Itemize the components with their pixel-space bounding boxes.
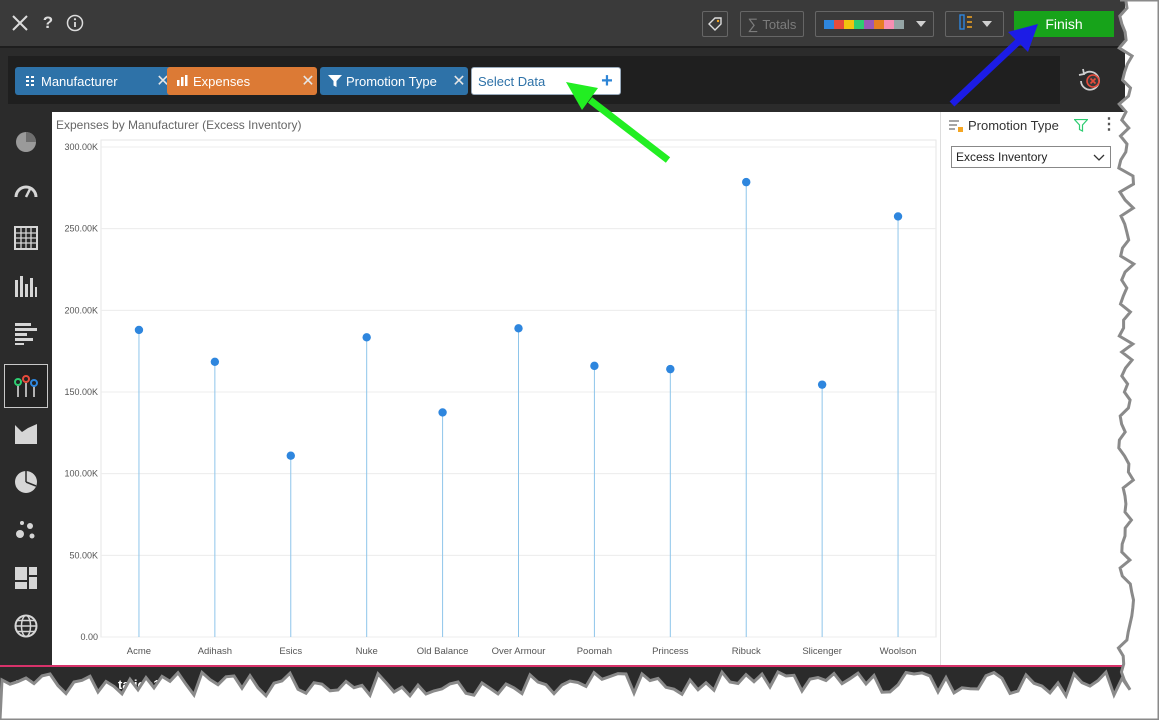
app-window: ? ∑ Totals Finish Manufacturer ✕ Expense…	[0, 0, 1125, 700]
column-chart-icon[interactable]	[4, 264, 48, 308]
sigma-icon: ∑	[747, 15, 759, 33]
select-data-label: Select Data	[478, 73, 546, 89]
palette-swatch	[843, 19, 854, 29]
bar-chart-icon[interactable]	[4, 312, 48, 356]
data-point	[817, 380, 827, 389]
grid-icon	[19, 75, 41, 87]
chip-manufacturer[interactable]: Manufacturer ✕	[15, 67, 172, 95]
chip-label: Manufacturer	[41, 73, 118, 89]
y-tick-label: 200.00K	[64, 305, 98, 315]
palette-swatch	[853, 19, 864, 29]
close-icon[interactable]	[7, 10, 33, 36]
x-tick-label: Poomah	[577, 646, 612, 657]
more-icon[interactable]: ⋮	[1101, 117, 1117, 133]
bottom-bar: tation1 +	[0, 665, 1125, 700]
x-tick-label: Over Armour	[492, 646, 546, 657]
palette-swatches	[823, 19, 904, 29]
map-icon[interactable]	[4, 604, 48, 648]
x-tick-label: Old Balance	[417, 646, 469, 657]
selected-value: Excess Inventory	[956, 150, 1048, 164]
color-palette-dropdown[interactable]	[815, 11, 934, 37]
data-point	[134, 325, 144, 335]
funnel-icon	[324, 74, 346, 88]
x-tick-label: Ribuck	[732, 646, 761, 657]
x-tick-label: Slicenger	[802, 646, 842, 657]
chevron-down-icon	[915, 21, 926, 27]
layout-icon	[958, 13, 974, 36]
lollipop-chart-icon[interactable]	[4, 364, 48, 408]
treemap-icon[interactable]	[4, 556, 48, 600]
data-point	[742, 177, 751, 187]
info-icon[interactable]	[62, 10, 88, 36]
bar-chart-icon	[171, 75, 193, 87]
chip-label: Promotion Type	[346, 73, 437, 89]
chip-expenses[interactable]: Expenses ✕	[167, 67, 317, 95]
chart-title: Expenses by Manufacturer (Excess Invento…	[56, 118, 302, 132]
scatter-chart-icon[interactable]	[4, 508, 48, 552]
finish-button[interactable]: Finish	[1014, 11, 1114, 37]
y-tick-label: 150.00K	[64, 387, 98, 397]
data-point	[514, 324, 523, 333]
chevron-down-icon	[1093, 154, 1105, 161]
y-tick-label: 50.00K	[69, 550, 98, 560]
totals-button[interactable]: ∑ Totals	[740, 11, 804, 37]
plus-icon[interactable]: +	[594, 70, 620, 93]
data-strip: Manufacturer ✕ Expenses ✕ Promotion Type…	[8, 56, 1060, 104]
palette-swatch	[893, 19, 904, 29]
data-point	[286, 451, 295, 460]
chip-promotion-type[interactable]: Promotion Type ✕	[320, 67, 468, 95]
presentation-tab[interactable]: tation1	[118, 677, 161, 692]
chart-wizard-icon[interactable]	[4, 120, 48, 164]
palette-swatch	[823, 19, 834, 29]
filter-panel: Promotion Type ⋮ Excess Inventory	[940, 112, 1125, 665]
data-point	[438, 408, 447, 417]
chart-panel: 0.00 50.00K 100.00K 150.00K 200.00K 250.00K 30…	[52, 112, 940, 665]
y-tick-label: 250.00K	[64, 224, 98, 234]
lollipop-chart: 0.00 50.00K 100.00K 150.00K 200.00K 250.00K 30…	[64, 139, 937, 657]
area-chart-icon[interactable]	[4, 412, 48, 456]
reset-icon[interactable]	[1075, 66, 1105, 96]
palette-swatch	[883, 19, 894, 29]
chart-type-sidebar	[0, 112, 52, 665]
select-data-chip[interactable]: Select Data +	[471, 67, 621, 95]
filter-title: Promotion Type	[968, 118, 1059, 133]
remove-icon[interactable]: ✕	[299, 71, 317, 91]
pivot-grid-icon[interactable]	[4, 216, 48, 260]
help-icon[interactable]: ?	[35, 10, 61, 36]
menu-icon[interactable]	[16, 679, 32, 697]
x-tick-label: Nuke	[356, 646, 378, 657]
data-point	[362, 333, 371, 342]
y-tick-label: 300.00K	[64, 142, 98, 152]
chevron-down-icon	[981, 21, 992, 27]
list-filter-icon	[949, 120, 963, 138]
palette-swatch	[833, 19, 844, 29]
y-tick-label: 0.00	[80, 632, 98, 642]
palette-swatch	[863, 19, 874, 29]
y-tick-label: 100.00K	[64, 469, 98, 479]
top-toolbar: ? ∑ Totals Finish	[0, 0, 1125, 48]
data-point	[210, 357, 220, 366]
promotion-type-select[interactable]: Excess Inventory	[951, 146, 1111, 168]
layout-dropdown[interactable]	[945, 11, 1004, 37]
chevron-down-icon[interactable]	[172, 682, 182, 688]
x-tick-label: Esics	[279, 646, 302, 657]
palette-swatch	[873, 19, 884, 29]
data-point	[893, 212, 903, 221]
gauge-icon[interactable]	[4, 168, 48, 212]
x-tick-label: Princess	[652, 646, 689, 657]
filter-icon[interactable]	[1073, 118, 1089, 137]
x-tick-label: Adihash	[198, 646, 232, 657]
x-tick-label: Woolson	[880, 646, 917, 657]
data-point	[590, 361, 599, 371]
remove-icon[interactable]: ✕	[450, 71, 468, 91]
pie-chart-icon[interactable]	[4, 460, 48, 504]
totals-label: Totals	[762, 16, 797, 32]
tag-icon[interactable]	[702, 11, 728, 37]
data-point	[666, 364, 675, 374]
x-tick-label: Acme	[127, 646, 151, 657]
add-tab-icon[interactable]: +	[203, 673, 214, 694]
chip-label: Expenses	[193, 73, 251, 89]
